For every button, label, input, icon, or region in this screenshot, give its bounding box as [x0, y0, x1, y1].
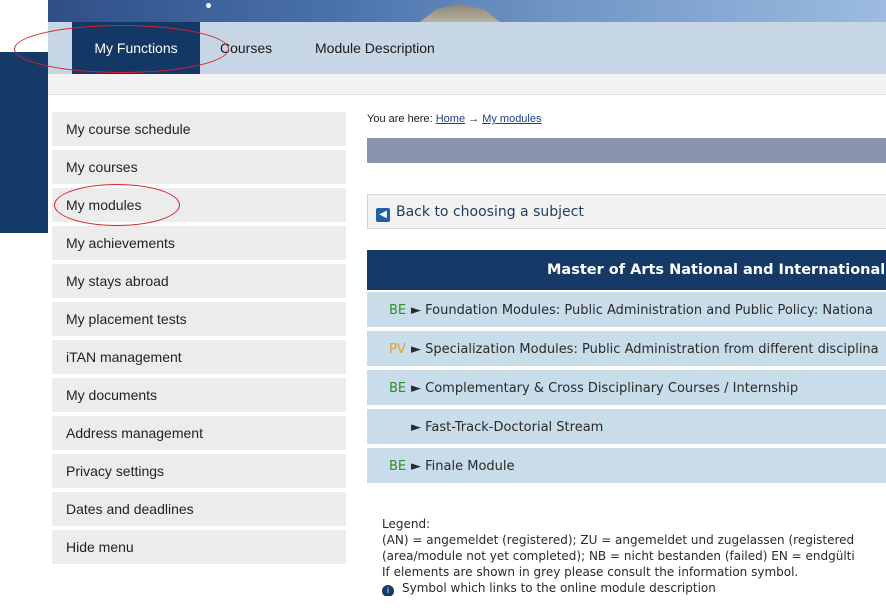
banner-dot — [206, 3, 211, 8]
back-button-label: Back to choosing a subject — [396, 204, 584, 220]
header-banner — [48, 0, 886, 22]
nav-module-description[interactable]: Module Description — [293, 22, 457, 74]
breadcrumb-prefix: You are here: — [367, 113, 433, 125]
legend-symbol-text: Symbol which links to the online module … — [402, 581, 716, 595]
status-badge: PV — [389, 342, 406, 357]
program-title: Master of Arts National and Internationa… — [367, 250, 886, 290]
legend-line: (AN) = angemeldet (registered); ZU = ang… — [382, 533, 855, 547]
expand-marker-icon: ► — [411, 381, 421, 396]
module-description-link-icon: i — [382, 585, 394, 596]
module-name: Foundation Modules: Public Administratio… — [425, 303, 873, 318]
legend-symbol-row: i Symbol which links to the online module… — [382, 580, 886, 596]
module-row-specialization[interactable]: PV ► Specialization Modules: Public Admin… — [367, 331, 886, 368]
expand-marker-icon: ► — [411, 303, 421, 318]
status-badge: BE — [389, 459, 407, 474]
breadcrumb-arrow-icon: → — [468, 113, 480, 125]
sidebar-item-documents[interactable]: My documents — [52, 378, 346, 412]
module-name: Fast-Track-Doctorial Stream — [425, 420, 604, 435]
building-image — [420, 4, 500, 22]
module-name: Specialization Modules: Public Administr… — [425, 342, 879, 357]
expand-marker-icon: ► — [411, 420, 421, 435]
status-badge: BE — [389, 381, 407, 396]
legend-line: If elements are shown in grey please con… — [382, 565, 799, 579]
back-to-subject-button[interactable]: ◀ Back to choosing a subject — [367, 194, 886, 229]
sidebar-item-address-management[interactable]: Address management — [52, 416, 346, 450]
sidebar-item-course-schedule[interactable]: My course schedule — [52, 112, 346, 146]
expand-marker-icon: ► — [411, 459, 421, 474]
sub-navigation-bar — [48, 74, 886, 95]
legend-title: Legend: — [382, 517, 431, 531]
status-badge: BE — [389, 303, 407, 318]
sidebar-menu: My course schedule My courses My modules… — [52, 112, 346, 568]
sidebar-item-privacy-settings[interactable]: Privacy settings — [52, 454, 346, 488]
sidebar-item-dates-deadlines[interactable]: Dates and deadlines — [52, 492, 346, 526]
annotation-ellipse-my-functions — [14, 25, 229, 73]
sidebar-item-achievements[interactable]: My achievements — [52, 226, 346, 260]
sidebar-item-itan-management[interactable]: iTAN management — [52, 340, 346, 374]
expand-marker-icon: ► — [411, 342, 421, 357]
module-row-fast-track[interactable]: ► Fast-Track-Doctorial Stream — [367, 409, 886, 446]
page-title-bar — [367, 138, 886, 163]
module-name: Finale Module — [425, 459, 515, 474]
module-row-complementary[interactable]: BE ► Complementary & Cross Disciplinary C… — [367, 370, 886, 407]
module-name: Complementary & Cross Disciplinary Cours… — [425, 381, 799, 396]
breadcrumb-current-link[interactable]: My modules — [482, 113, 541, 125]
sidebar-item-stays-abroad[interactable]: My stays abroad — [52, 264, 346, 298]
breadcrumb-home-link[interactable]: Home — [436, 113, 465, 125]
module-row-finale[interactable]: BE ► Finale Module — [367, 448, 886, 485]
left-dark-panel — [0, 52, 48, 233]
back-arrow-icon: ◀ — [376, 208, 390, 222]
sidebar-item-placement-tests[interactable]: My placement tests — [52, 302, 346, 336]
sidebar-item-hide-menu[interactable]: Hide menu — [52, 530, 346, 564]
annotation-ellipse-my-modules — [54, 184, 180, 226]
legend: Legend: (AN) = angemeldet (registered); … — [382, 516, 886, 596]
module-row-foundation[interactable]: BE ► Foundation Modules: Public Administr… — [367, 292, 886, 329]
sidebar-item-courses[interactable]: My courses — [52, 150, 346, 184]
legend-line: (area/module not yet completed); NB = ni… — [382, 549, 855, 563]
breadcrumb: You are here: Home → My modules — [367, 113, 541, 125]
